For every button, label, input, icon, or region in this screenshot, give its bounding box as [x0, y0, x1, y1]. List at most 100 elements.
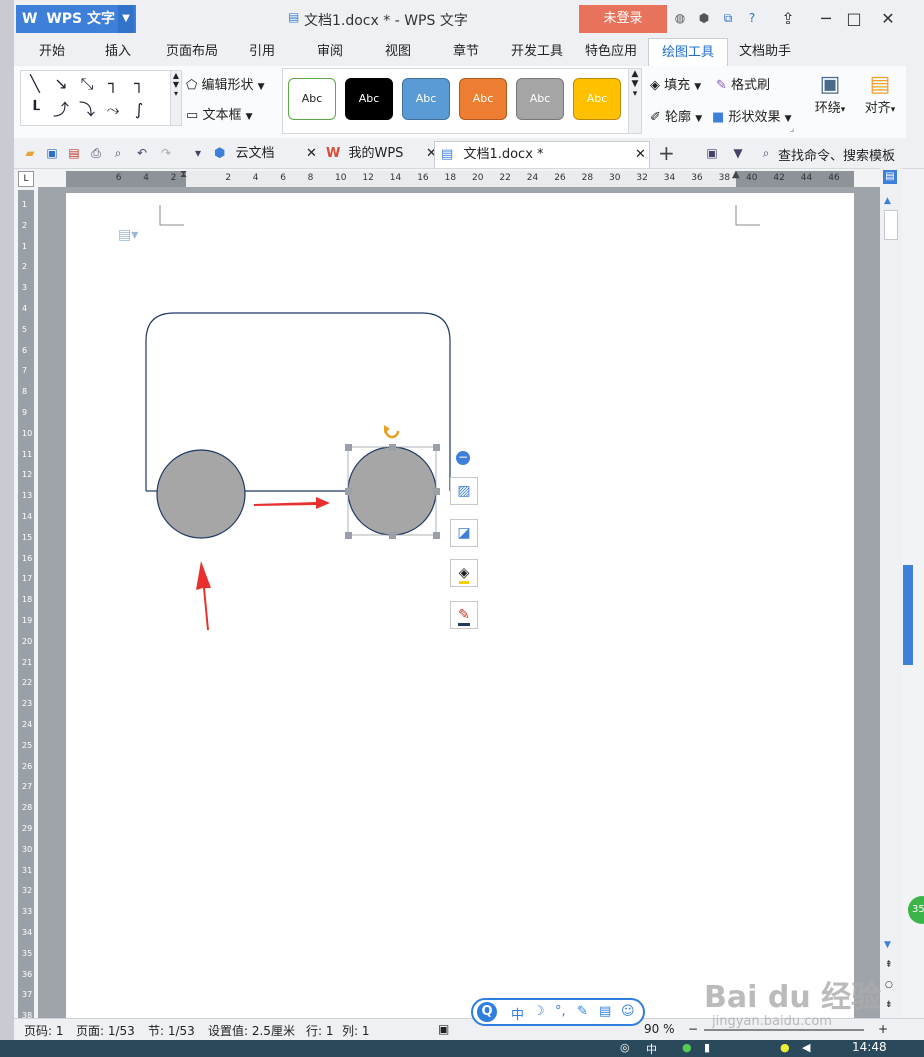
- tools-icon[interactable]: ✎: [577, 1004, 588, 1019]
- tab-review[interactable]: 审阅: [310, 38, 350, 66]
- ribbon-scroll[interactable]: [906, 66, 924, 138]
- text-box-button[interactable]: ▭ 文本框 ▼: [186, 104, 253, 123]
- shape-style-5[interactable]: Abc: [516, 78, 564, 120]
- status-zoom[interactable]: 90 %: [644, 1022, 675, 1036]
- login-button[interactable]: 未登录: [579, 5, 667, 33]
- window-mode-icon[interactable]: ▣: [704, 145, 720, 161]
- vertical-scrollbar[interactable]: ▤ ▲ ▼ ⇞ ○ ⇟: [880, 168, 902, 1020]
- redo-icon[interactable]: ↷: [158, 145, 174, 161]
- help-icon[interactable]: ?: [744, 10, 760, 26]
- shape-style-button[interactable]: ◪: [450, 519, 478, 547]
- curved-connector-icon[interactable]: ⤴: [51, 101, 71, 119]
- right-indent-marker[interactable]: ▲: [732, 169, 740, 180]
- horizontal-ruler[interactable]: 6 4 2 2 4 6 8 10 12 14 16 18 20 22 24 26 28 30 32 34 36 38 40 4…: [66, 169, 854, 187]
- tray-lang[interactable]: 中: [646, 1041, 657, 1057]
- minimize-button[interactable]: ─: [814, 8, 838, 30]
- right-circle-shape[interactable]: [347, 446, 437, 536]
- tab-insert[interactable]: 插入: [98, 38, 138, 66]
- dialog-launcher-icon[interactable]: ⌟: [790, 124, 794, 134]
- settings-icon[interactable]: ⬢: [696, 10, 712, 26]
- ime-toolbar[interactable]: Q 中 ☽ °, ✎ ▤ ☺: [471, 998, 645, 1026]
- print-preview-icon[interactable]: ⌕: [110, 145, 126, 161]
- close-button[interactable]: ✕: [876, 8, 900, 30]
- elbow-double-arrow-icon[interactable]: ┖: [25, 101, 45, 119]
- punctuation-icon[interactable]: °,: [555, 1004, 566, 1019]
- undo-icon[interactable]: ↶: [134, 145, 150, 161]
- left-circle-shape[interactable]: [156, 449, 246, 539]
- tray-shield-icon[interactable]: ●: [780, 1041, 790, 1054]
- tab-section[interactable]: 章节: [446, 38, 486, 66]
- elbow-connector-icon[interactable]: ┐: [103, 75, 123, 93]
- tab-developer[interactable]: 开发工具: [506, 38, 568, 66]
- fullscreen-icon[interactable]: ▣: [438, 1022, 449, 1036]
- shape-outline-button[interactable]: ✎: [450, 601, 478, 629]
- scroll-up-icon[interactable]: ▲: [884, 196, 891, 206]
- rotate-handle-icon[interactable]: [384, 430, 400, 439]
- tray-battery-icon[interactable]: ▮: [704, 1041, 710, 1054]
- emoji-icon[interactable]: ☺: [621, 1004, 635, 1019]
- print-icon[interactable]: ⎙: [88, 145, 104, 161]
- tab-doc-assistant[interactable]: 文档助手: [732, 38, 798, 66]
- zoom-slider[interactable]: [704, 1029, 864, 1031]
- fill-button[interactable]: ◈ 填充 ▼: [650, 74, 701, 93]
- skin-icon[interactable]: ◍: [672, 10, 688, 26]
- app-menu-button[interactable]: W WPS 文字 ▼: [16, 5, 136, 33]
- chevron-down-icon[interactable]: ▼: [118, 5, 134, 33]
- shape-style-1[interactable]: Abc: [288, 78, 336, 120]
- curved-double-arrow-icon[interactable]: ⤳: [103, 101, 123, 119]
- search-command[interactable]: 查找命令、搜索模板: [778, 145, 895, 164]
- volume-icon[interactable]: ◀: [802, 1041, 810, 1054]
- shape-effects-button[interactable]: ■ 形状效果 ▼: [712, 106, 792, 125]
- tab-page-layout[interactable]: 页面布局: [160, 38, 224, 66]
- new-tab-button[interactable]: +: [658, 141, 675, 165]
- save-icon[interactable]: ▣: [44, 145, 60, 161]
- halfwidth-icon[interactable]: ☽: [533, 1004, 545, 1019]
- shape-style-4[interactable]: Abc: [459, 78, 507, 120]
- tray-app-icon[interactable]: ●: [682, 1041, 692, 1054]
- browse-object-icon[interactable]: ○: [885, 980, 893, 990]
- layout-options-button[interactable]: ▨: [450, 477, 478, 505]
- format-painter-button[interactable]: ✎ 格式刷: [716, 74, 770, 93]
- close-icon[interactable]: ✕: [306, 141, 317, 167]
- curved-arrow-icon[interactable]: ⤵: [77, 101, 97, 119]
- close-icon[interactable]: ✕: [635, 142, 646, 168]
- arrow-line-icon[interactable]: ↘: [51, 75, 71, 93]
- split-view-icon[interactable]: ▤: [883, 170, 897, 184]
- export-pdf-icon[interactable]: ▤: [66, 145, 82, 161]
- elbow-arrow-icon[interactable]: ┐: [129, 75, 149, 93]
- tab-home[interactable]: 开始: [28, 38, 76, 66]
- edit-shape-button[interactable]: ⬠ 编辑形状 ▼: [186, 74, 265, 93]
- tab-features[interactable]: 特色应用: [580, 38, 642, 66]
- side-panel-tab[interactable]: [903, 565, 913, 665]
- outline-button[interactable]: ✐ 轮廓 ▼: [650, 106, 702, 125]
- feedback-icon[interactable]: ▼: [730, 145, 746, 161]
- style-gallery-more[interactable]: ▲ ▼ ▾: [628, 68, 642, 134]
- ime-lang[interactable]: 中: [511, 1004, 524, 1023]
- tab-document[interactable]: ▤ 文档1.docx * ✕: [434, 141, 650, 168]
- wrap-button[interactable]: ▣ 环绕▾: [808, 72, 852, 132]
- document-page[interactable]: ▤▾ − ▨ ◪ ◈ ✎: [66, 193, 854, 1020]
- vertical-ruler[interactable]: 1 2 1 2 3 4 5 6 7 8 9 10 11 12 13 14 15 16 17 18 19 20 21 22 23 2…: [18, 190, 34, 1020]
- tab-stop-selector[interactable]: L: [18, 171, 34, 187]
- shape-style-6[interactable]: Abc: [573, 78, 621, 120]
- open-folder-icon[interactable]: ▰: [22, 145, 38, 161]
- tab-my-wps[interactable]: W 我的WPS ✕: [326, 141, 437, 167]
- clipboard-icon[interactable]: ▤: [599, 1004, 611, 1019]
- double-arrow-line-icon[interactable]: ⤡: [77, 75, 97, 93]
- tab-view[interactable]: 视图: [378, 38, 418, 66]
- scroll-down-icon[interactable]: ▼: [884, 940, 891, 950]
- freeform-icon[interactable]: ∫: [129, 101, 149, 119]
- collapse-icon[interactable]: −: [456, 451, 470, 465]
- prev-page-icon[interactable]: ⇞: [885, 960, 893, 970]
- next-page-icon[interactable]: ⇟: [885, 1000, 893, 1010]
- tab-references[interactable]: 引用: [242, 38, 282, 66]
- shape-fill-button[interactable]: ◈: [450, 559, 478, 587]
- ime-tray-icon[interactable]: ◎: [620, 1041, 630, 1054]
- gallery-scroll[interactable]: ▲ ▼ ▾: [170, 70, 182, 126]
- scroll-thumb[interactable]: [884, 210, 898, 240]
- zoom-in-icon[interactable]: +: [878, 1022, 888, 1036]
- search-icon[interactable]: ⌕: [758, 145, 774, 161]
- indent-marker[interactable]: ⧗: [180, 169, 187, 180]
- share-icon[interactable]: ⧉: [720, 10, 736, 26]
- line-icon[interactable]: ╲: [25, 75, 45, 93]
